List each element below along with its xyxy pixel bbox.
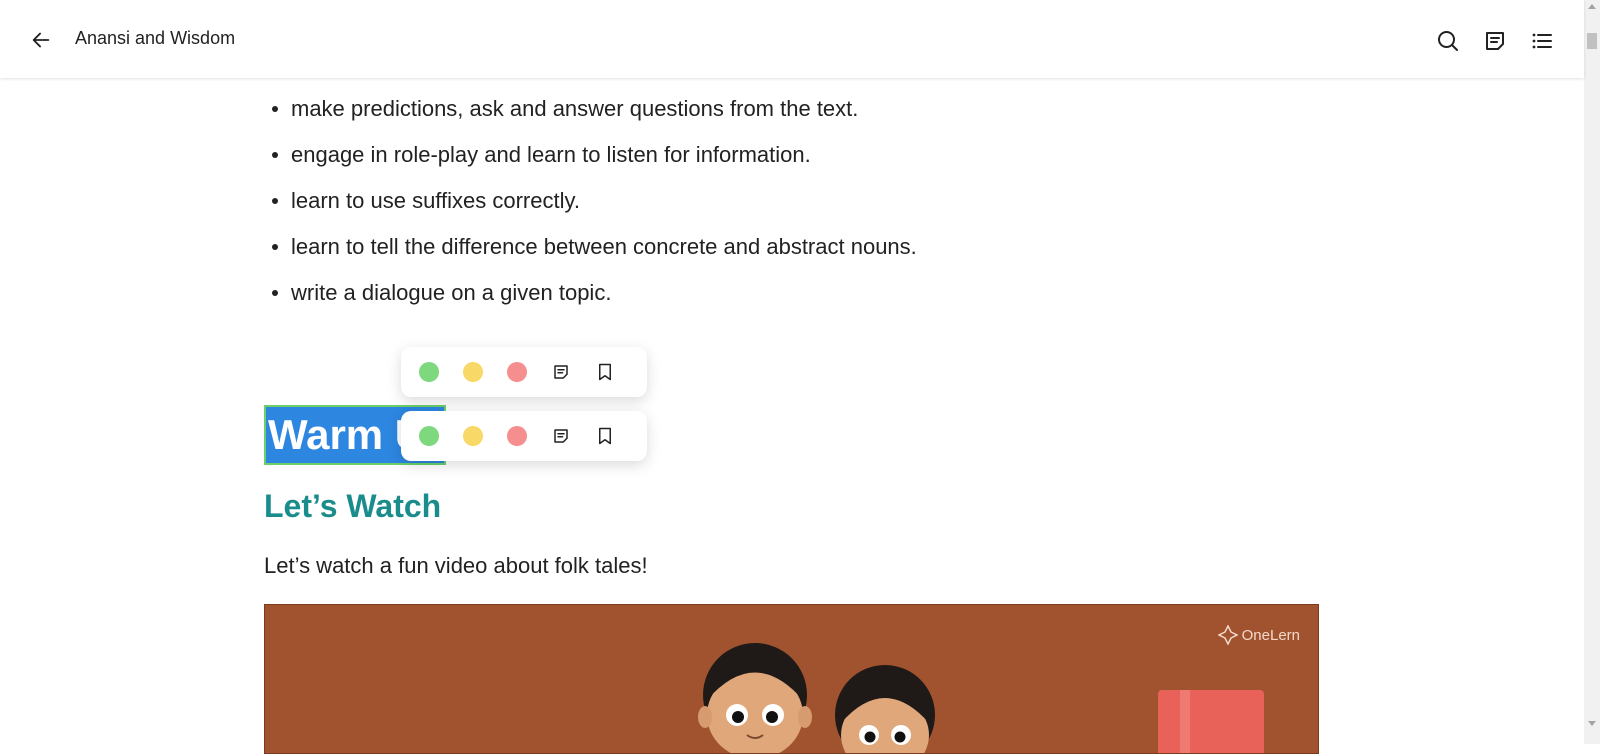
objective-text: make predictions, ask and answer questio… (291, 96, 859, 121)
highlight-green-button[interactable] (419, 426, 439, 446)
search-icon (1437, 30, 1458, 51)
back-arrow-icon (32, 32, 50, 48)
video-thumbnail-illustration (698, 643, 1264, 753)
bookmark-button[interactable] (595, 362, 615, 382)
list-item: write a dialogue on a given topic. (264, 280, 917, 326)
note-icon (554, 429, 568, 443)
list-item: learn to use suffixes correctly. (264, 188, 917, 234)
add-note-button[interactable] (551, 362, 571, 382)
top-actions (1433, 26, 1556, 55)
video-player[interactable]: OneLern (264, 604, 1319, 754)
add-note-button[interactable] (551, 426, 571, 446)
scroll-thumb[interactable] (1587, 33, 1597, 49)
highlight-red-button[interactable] (507, 426, 527, 446)
objectives-list: make predictions, ask and answer questio… (264, 96, 917, 326)
section-heading: Let’s Watch (264, 488, 442, 524)
notes-button[interactable] (1480, 26, 1509, 55)
scroll-down-arrow-icon[interactable] (1588, 721, 1596, 726)
bullet-icon (272, 198, 278, 204)
bookmark-icon (599, 427, 611, 445)
highlight-toolbar (401, 347, 647, 397)
search-button[interactable] (1433, 26, 1462, 55)
highlight-green-button[interactable] (419, 362, 439, 382)
objective-text: engage in role-play and learn to listen … (291, 142, 811, 167)
scroll-up-arrow-icon[interactable] (1588, 4, 1596, 9)
highlight-yellow-button[interactable] (463, 362, 483, 382)
objective-text: learn to use suffixes correctly. (291, 188, 580, 213)
table-of-contents-icon (1532, 33, 1552, 48)
note-icon (554, 365, 568, 379)
bullet-icon (272, 106, 278, 112)
bullet-icon (272, 152, 278, 158)
highlight-toolbar (401, 411, 647, 461)
highlight-yellow-button[interactable] (463, 426, 483, 446)
table-of-contents-button[interactable] (1527, 26, 1556, 55)
list-item: learn to tell the difference between con… (264, 234, 917, 280)
bookmark-button[interactable] (595, 426, 615, 446)
page-scrollbar[interactable] (1584, 0, 1600, 744)
book-title: Anansi and Wisdom (75, 28, 236, 48)
back-button[interactable] (27, 26, 55, 54)
bullet-icon (272, 244, 278, 250)
list-item: make predictions, ask and answer questio… (264, 96, 917, 142)
objective-text: learn to tell the difference between con… (291, 234, 917, 259)
highlight-red-button[interactable] (507, 362, 527, 382)
bullet-icon (272, 290, 278, 296)
section-description: Let’s watch a fun video about folk tales… (264, 553, 648, 578)
list-item: engage in role-play and learn to listen … (264, 142, 917, 188)
top-bar: Anansi and Wisdom (0, 0, 1584, 78)
objective-text: write a dialogue on a given topic. (291, 280, 612, 305)
notes-icon (1485, 31, 1504, 50)
bookmark-icon (599, 363, 611, 381)
